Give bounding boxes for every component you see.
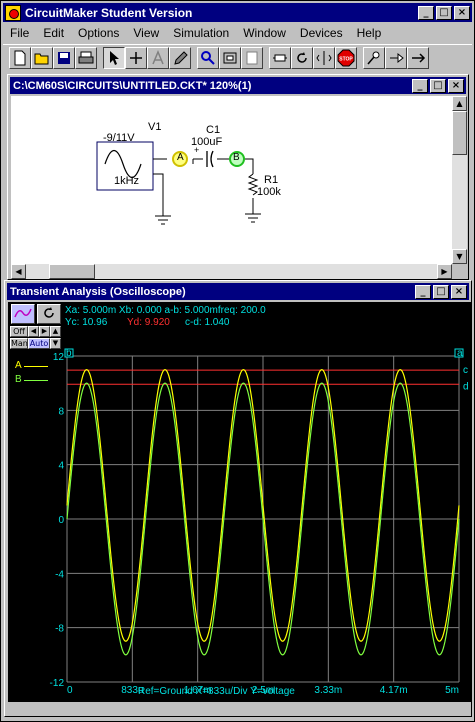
- probe-a-label: A: [177, 152, 184, 163]
- zoom-icon[interactable]: [197, 47, 219, 69]
- wire-tool-icon[interactable]: [125, 47, 147, 69]
- scope-display[interactable]: Off ◀ ▶ ▲ Man Auto ▼ Xa: 5.000m Xb: 0.00…: [8, 302, 472, 702]
- menubar: File Edit Options View Simulation Window…: [3, 23, 472, 43]
- c1-capacitor-symbol: [206, 150, 214, 168]
- run-icon[interactable]: [407, 47, 429, 69]
- r1-name: R1: [264, 174, 279, 186]
- scope-footer: Ref=Ground X=833u/Div Y=voltage: [138, 686, 295, 697]
- minimize-button[interactable]: _: [418, 5, 434, 20]
- r1-value: 100k: [257, 186, 281, 198]
- schematic-hscrollbar[interactable]: ◀ ▶: [11, 264, 452, 279]
- schematic-maximize-button[interactable]: □: [430, 78, 446, 93]
- schematic-window: C:\CM60S\CIRCUITS\UNTITLED.CKT* 120%(1) …: [7, 74, 469, 280]
- scope-minimize-button[interactable]: _: [415, 284, 431, 299]
- scope-titlebar: Transient Analysis (Oscilloscope) _ □ ×: [7, 283, 469, 300]
- menu-view[interactable]: View: [126, 26, 166, 40]
- scope-close-button[interactable]: ×: [451, 284, 467, 299]
- save-disk-icon[interactable]: [53, 47, 75, 69]
- schematic-close-button[interactable]: ×: [448, 78, 464, 93]
- menu-file[interactable]: File: [3, 26, 36, 40]
- y-tick-label: -12: [50, 678, 65, 689]
- x-tick-label: 5m: [445, 685, 459, 696]
- scroll-left-icon[interactable]: ◀: [11, 264, 26, 279]
- scroll-down-icon[interactable]: ▼: [452, 249, 467, 264]
- x-tick-label: 3.33m: [314, 685, 342, 696]
- cursor-a-label: a: [457, 348, 463, 359]
- schematic-canvas[interactable]: V1 -9/11V 1kHz C1 100uF + R1 100k A B: [11, 96, 463, 264]
- scroll-right-icon[interactable]: ▶: [437, 264, 452, 279]
- scope-title: Transient Analysis (Oscilloscope): [10, 285, 186, 298]
- printer-icon[interactable]: [75, 47, 97, 69]
- menu-options[interactable]: Options: [71, 26, 126, 40]
- menu-window[interactable]: Window: [236, 26, 293, 40]
- app-icon[interactable]: [5, 4, 21, 21]
- schematic-minimize-button[interactable]: _: [412, 78, 428, 93]
- app-window: CircuitMaker Student Version _ □ × File …: [0, 0, 475, 722]
- analog-probe-icon[interactable]: [385, 47, 407, 69]
- maximize-button[interactable]: □: [436, 5, 452, 20]
- toolbar: STOP: [3, 44, 472, 71]
- macro-icon[interactable]: [219, 47, 241, 69]
- probe-b-label: B: [233, 152, 240, 163]
- menu-edit[interactable]: Edit: [36, 26, 71, 40]
- mirror-icon[interactable]: [313, 47, 335, 69]
- schematic-hscroll-thumb[interactable]: [49, 264, 95, 279]
- x-tick-label: 4.17m: [380, 685, 408, 696]
- digital-probe-icon[interactable]: [363, 47, 385, 69]
- scope-window: Transient Analysis (Oscilloscope) _ □ × …: [4, 280, 472, 717]
- stop-icon[interactable]: STOP: [335, 47, 357, 69]
- schematic-vscrollbar[interactable]: ▲ ▼: [452, 96, 467, 264]
- c1-plus-sign: +: [194, 145, 200, 155]
- cursor-d-label: d: [463, 381, 469, 392]
- schematic-vscroll-thumb[interactable]: [452, 111, 467, 155]
- c1-name: C1: [206, 124, 221, 136]
- v1-value: -9/11V: [103, 132, 135, 144]
- component-icon[interactable]: [269, 47, 291, 69]
- cursor-c-label: c: [463, 365, 468, 376]
- cursor-b-label: b: [66, 348, 72, 359]
- menu-help[interactable]: Help: [350, 26, 389, 40]
- schematic-title: C:\CM60S\CIRCUITS\UNTITLED.CKT* 120%(1): [13, 79, 252, 92]
- rotate-icon[interactable]: [291, 47, 313, 69]
- v1-name: V1: [148, 121, 162, 133]
- x-tick-label: 0: [67, 685, 73, 696]
- r1-resistor-symbol: [247, 173, 259, 196]
- scroll-up-icon[interactable]: ▲: [452, 96, 467, 111]
- y-tick-label: -4: [55, 569, 64, 580]
- menu-simulation[interactable]: Simulation: [166, 26, 236, 40]
- scope-plot: 0 833u 1.67m 2.5m 3.33m 4.17m 5m12840-4-8-12b a…: [50, 348, 469, 696]
- y-tick-label: 0: [58, 515, 64, 526]
- app-titlebar: CircuitMaker Student Version _ □ ×: [3, 3, 472, 22]
- y-tick-label: -8: [55, 624, 64, 635]
- scope-maximize-button[interactable]: □: [433, 284, 449, 299]
- probe-tool-icon[interactable]: [169, 47, 191, 69]
- open-folder-icon[interactable]: [31, 47, 53, 69]
- v1-frequency: 1kHz: [114, 175, 140, 187]
- new-file-icon[interactable]: [9, 47, 31, 69]
- close-button[interactable]: ×: [454, 5, 470, 20]
- y-tick-label: 8: [58, 406, 64, 417]
- arrow-tool-icon[interactable]: [103, 47, 125, 69]
- y-tick-label: 12: [53, 352, 65, 363]
- y-tick-label: 4: [58, 461, 64, 472]
- stop-label: STOP: [339, 57, 353, 63]
- app-title: CircuitMaker Student Version: [25, 5, 193, 20]
- text-tool-icon[interactable]: [147, 47, 169, 69]
- schematic-titlebar: C:\CM60S\CIRCUITS\UNTITLED.CKT* 120%(1) …: [10, 77, 466, 94]
- menu-devices[interactable]: Devices: [293, 26, 350, 40]
- page-icon[interactable]: [241, 47, 263, 69]
